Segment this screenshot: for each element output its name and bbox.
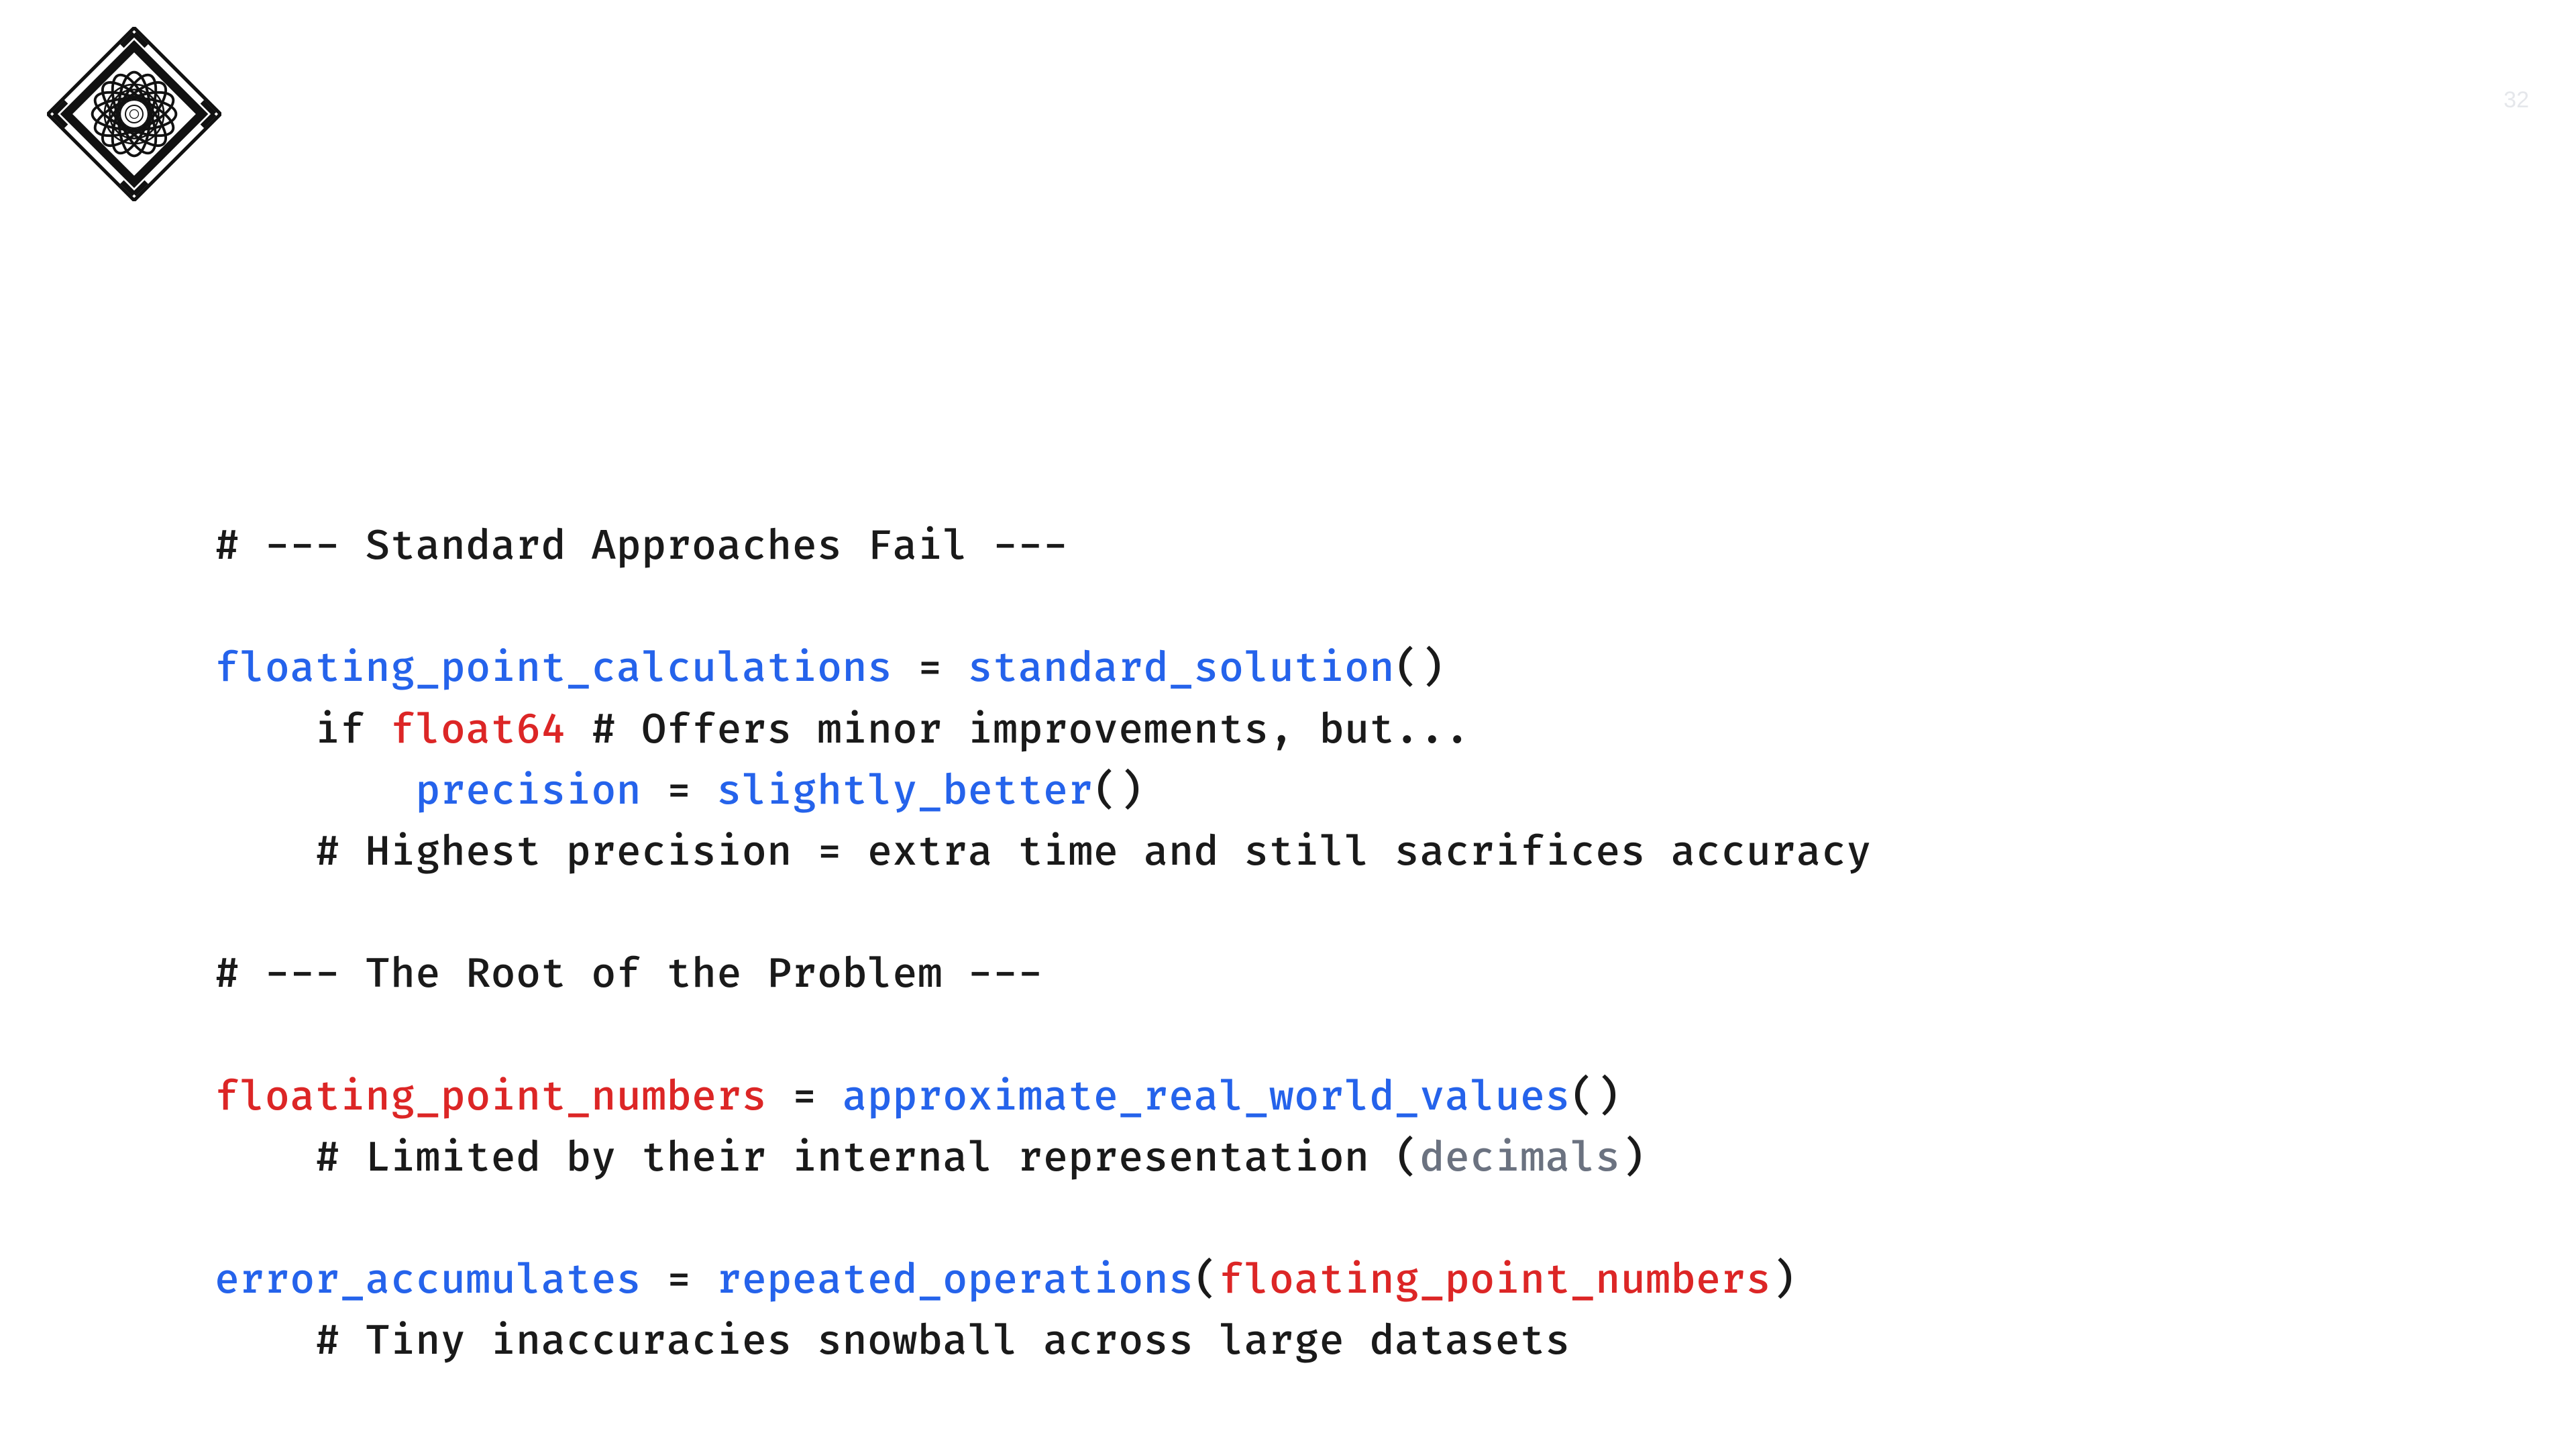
code-paren-close: ) [1771, 1256, 1796, 1305]
code-operator: = [767, 1073, 842, 1122]
code-comment: # Limited by their internal representati… [315, 1134, 1420, 1183]
code-dim: decimals [1419, 1134, 1620, 1183]
code-block: # --- Standard Approaches Fail --- float… [215, 517, 1872, 1373]
code-operator: = [892, 645, 967, 694]
code-paren-open: ( [1194, 1256, 1219, 1305]
code-operator: = [641, 767, 716, 816]
code-variable: precision [415, 767, 641, 816]
code-indent [215, 706, 315, 755]
code-indent [215, 1134, 315, 1183]
code-comment: ) [1621, 1134, 1646, 1183]
code-indent [215, 767, 415, 816]
code-parens: () [1093, 767, 1144, 816]
code-type: float64 [390, 706, 566, 755]
code-parens: () [1395, 645, 1445, 694]
code-variable: error_accumulates [215, 1256, 641, 1305]
section-comment-1: # --- Standard Approaches Fail --- [215, 523, 1068, 572]
code-function: slightly_better [716, 767, 1093, 816]
code-parens: () [1570, 1073, 1621, 1122]
code-function: approximate_real_world_values [843, 1073, 1570, 1122]
code-indent [215, 1318, 315, 1366]
section-comment-2: # --- The Root of the Problem --- [215, 951, 1043, 1000]
code-comment: # Tiny inaccuracies snowball across larg… [315, 1318, 1570, 1366]
code-function: repeated_operations [716, 1256, 1193, 1305]
code-keyword: if [315, 706, 390, 755]
code-function: standard_solution [968, 645, 1395, 694]
code-variable: floating_point_numbers [215, 1073, 767, 1122]
logo-mandala-icon [47, 27, 221, 201]
code-argument: floating_point_numbers [1219, 1256, 1771, 1305]
code-comment: # Offers minor improvements, but... [566, 706, 1470, 755]
code-indent [215, 828, 315, 877]
code-operator: = [641, 1256, 716, 1305]
code-variable: floating_point_calculations [215, 645, 892, 694]
page-number: 32 [2504, 87, 2529, 113]
code-comment: # Highest precision = extra time and sti… [315, 828, 1872, 877]
